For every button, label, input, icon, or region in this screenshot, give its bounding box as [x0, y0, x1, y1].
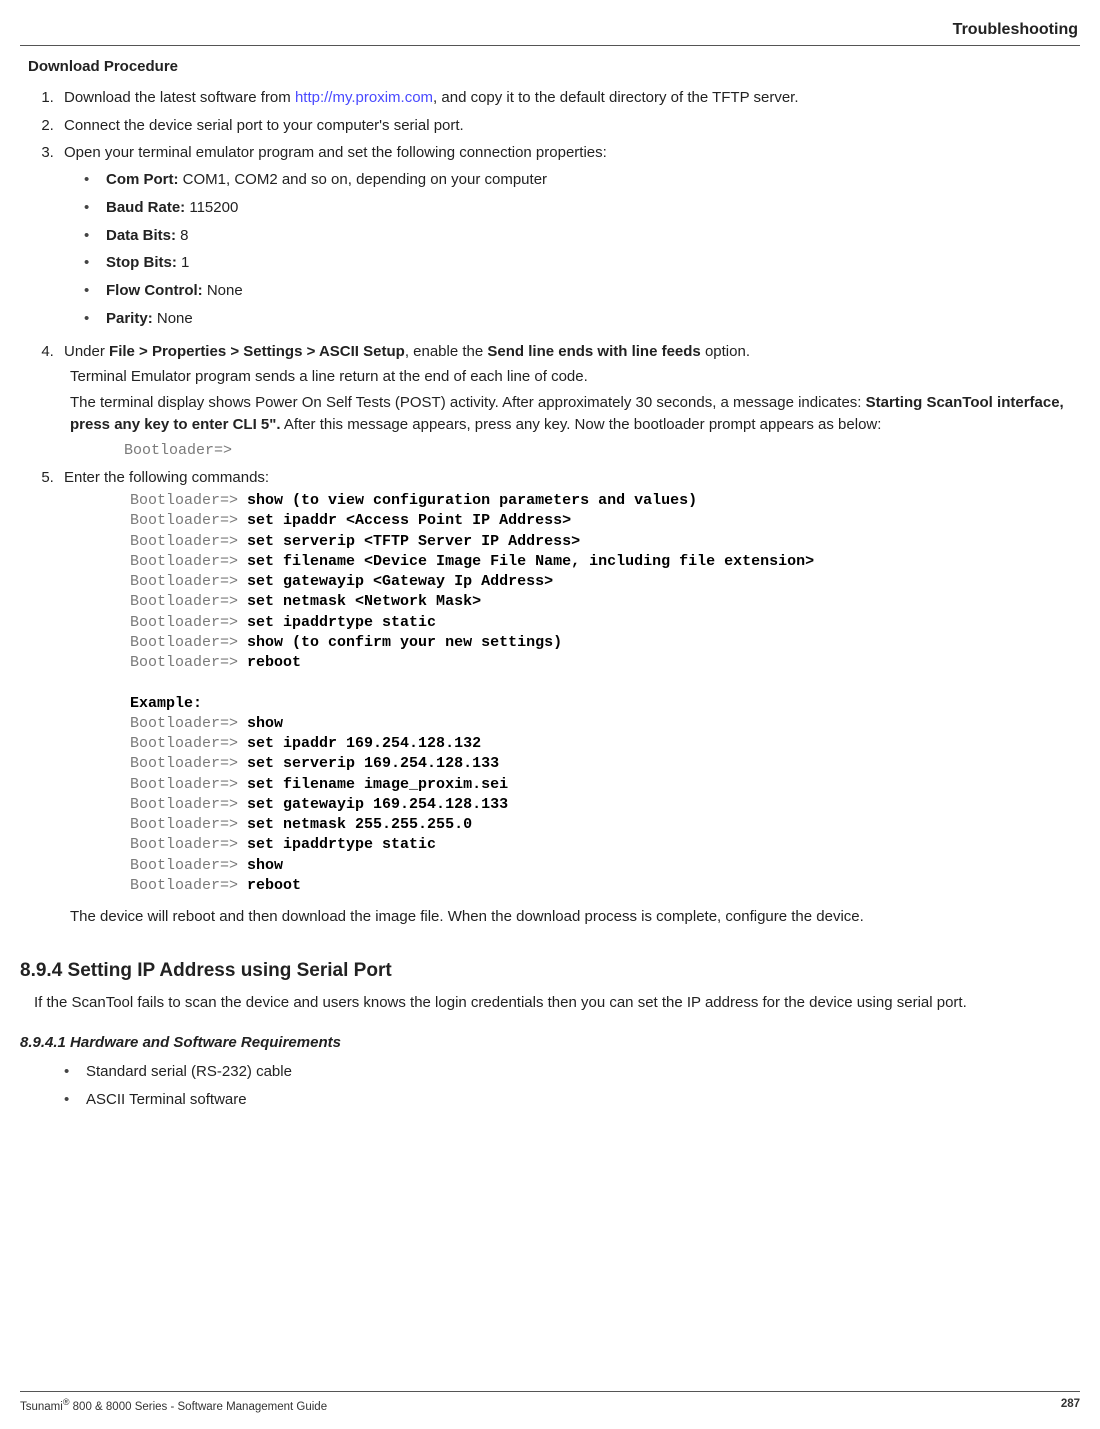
header-rule: [20, 45, 1080, 46]
heading-8941: 8.9.4.1 Hardware and Software Requiremen…: [20, 1032, 1080, 1054]
requirements-list: Standard serial (RS-232) cable ASCII Ter…: [68, 1058, 1080, 1114]
heading-894: 8.9.4 Setting IP Address using Serial Po…: [20, 957, 1080, 985]
data-bits-label: Data Bits:: [106, 227, 176, 244]
step4-mid: , enable the: [405, 343, 488, 360]
step5-text: Enter the following commands:: [64, 469, 269, 486]
page: Troubleshooting Download Procedure Downl…: [0, 0, 1100, 1429]
step-5: Enter the following commands: Bootloader…: [58, 464, 1080, 935]
prop-parity: Parity: None: [88, 305, 1080, 333]
procedure-list: Download the latest software from http:/…: [58, 84, 1080, 935]
download-procedure-heading: Download Procedure: [28, 56, 1080, 78]
stop-bits-val: 1: [177, 254, 190, 271]
step4-p2c: After this message appears, press any ke…: [281, 416, 882, 433]
step4-p1: Terminal Emulator program sends a line r…: [70, 366, 1080, 388]
para-894: If the ScanTool fails to scan the device…: [34, 992, 1080, 1014]
footer-rule: [20, 1391, 1080, 1392]
flow-val: None: [203, 282, 243, 299]
step-3: Open your terminal emulator program and …: [58, 139, 1080, 337]
step5-footer: The device will reboot and then download…: [70, 906, 1080, 928]
prop-baud: Baud Rate: 115200: [88, 194, 1080, 222]
step-1: Download the latest software from http:/…: [58, 84, 1080, 112]
parity-label: Parity:: [106, 310, 153, 327]
footer-left: Tsunami® 800 & 8000 Series - Software Ma…: [20, 1396, 327, 1416]
connection-props: Com Port: COM1, COM2 and so on, dependin…: [88, 166, 1080, 333]
step-4: Under File > Properties > Settings > ASC…: [58, 338, 1080, 465]
step1-pre: Download the latest software from: [64, 89, 295, 106]
proxim-link[interactable]: http://my.proxim.com: [295, 89, 433, 106]
parity-val: None: [153, 310, 193, 327]
step4-menu: File > Properties > Settings > ASCII Set…: [109, 343, 405, 360]
com-port-label: Com Port:: [106, 171, 179, 188]
req-ascii-terminal: ASCII Terminal software: [68, 1086, 1080, 1114]
prop-com-port: Com Port: COM1, COM2 and so on, dependin…: [88, 166, 1080, 194]
command-block: Bootloader=> show (to view configuration…: [130, 491, 1080, 896]
example-label: Example:: [130, 695, 202, 712]
req-serial-cable: Standard serial (RS-232) cable: [68, 1058, 1080, 1086]
step4-post: option.: [701, 343, 750, 360]
data-bits-val: 8: [176, 227, 189, 244]
stop-bits-label: Stop Bits:: [106, 254, 177, 271]
page-footer: Tsunami® 800 & 8000 Series - Software Ma…: [20, 1391, 1080, 1416]
step4-p2a: The terminal display shows Power On Self…: [70, 394, 866, 411]
prop-data-bits: Data Bits: 8: [88, 222, 1080, 250]
step3-text: Open your terminal emulator program and …: [64, 144, 607, 161]
baud-label: Baud Rate:: [106, 199, 185, 216]
bootloader-prompt: Bootloader=>: [124, 440, 1080, 462]
flow-label: Flow Control:: [106, 282, 203, 299]
step1-post: , and copy it to the default directory o…: [433, 89, 798, 106]
step4-p2: The terminal display shows Power On Self…: [70, 392, 1080, 436]
step4-pre: Under: [64, 343, 109, 360]
page-number: 287: [1061, 1396, 1080, 1416]
step-2: Connect the device serial port to your c…: [58, 112, 1080, 140]
baud-val: 115200: [185, 199, 238, 216]
prop-flow: Flow Control: None: [88, 277, 1080, 305]
running-header: Troubleshooting: [20, 18, 1080, 41]
prop-stop-bits: Stop Bits: 1: [88, 249, 1080, 277]
step4-opt: Send line ends with line feeds: [487, 343, 700, 360]
com-port-val: COM1, COM2 and so on, depending on your …: [179, 171, 548, 188]
